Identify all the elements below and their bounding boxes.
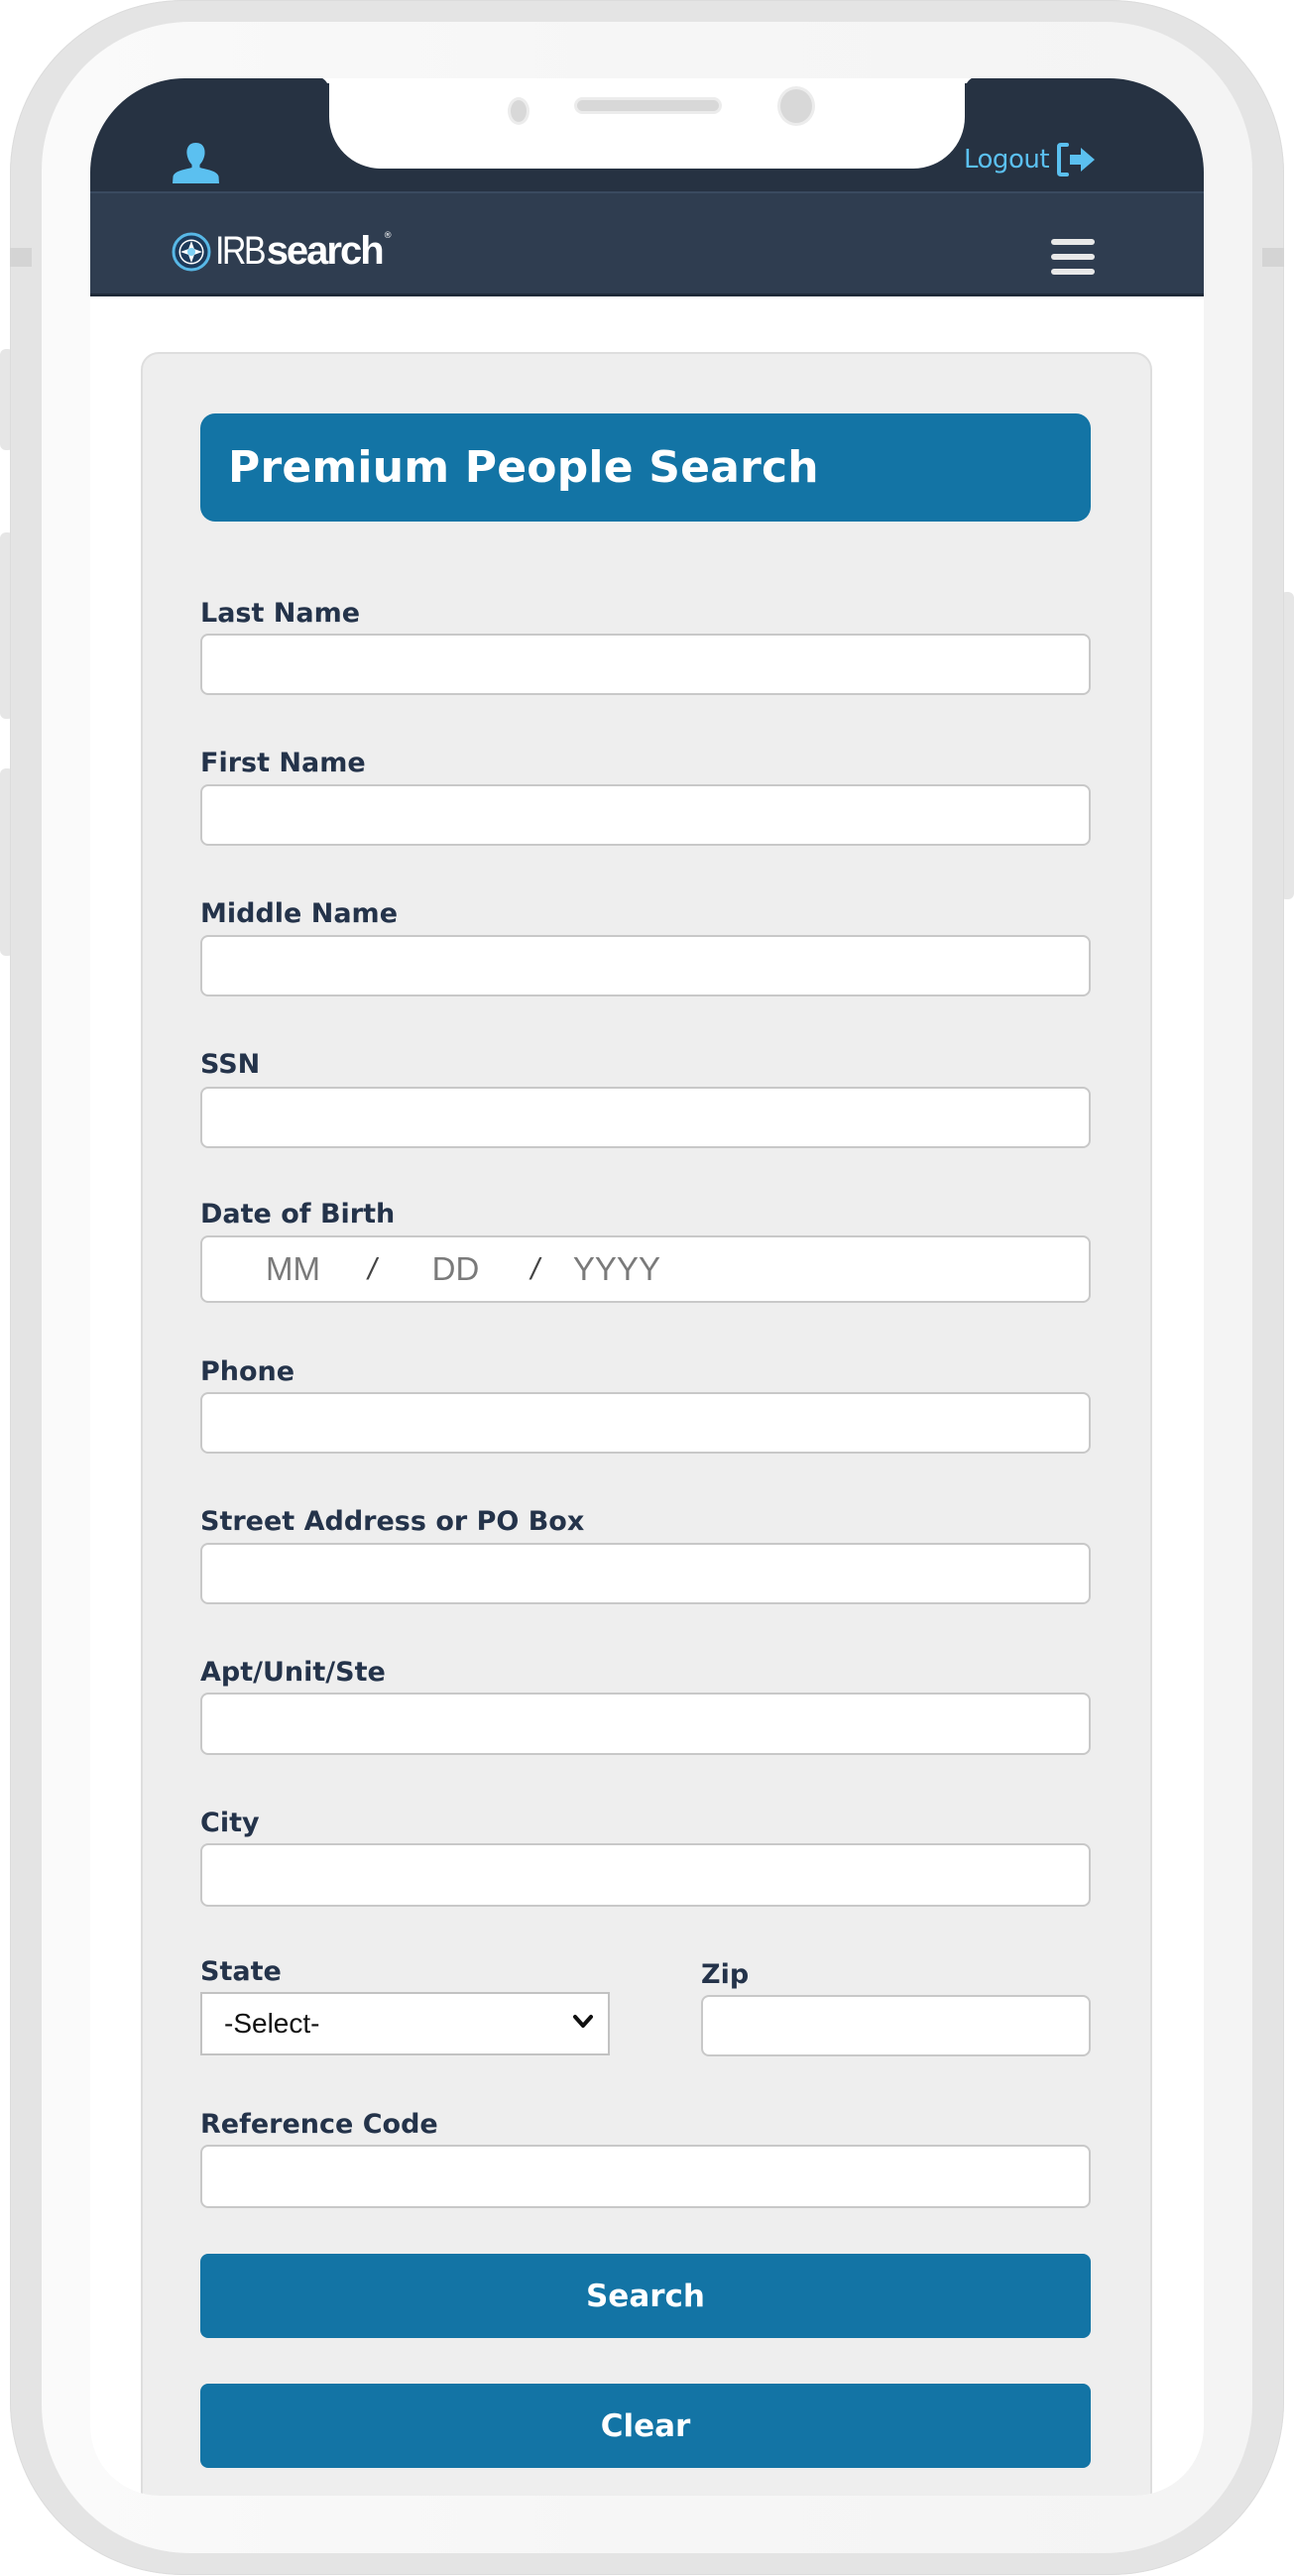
phone-input[interactable] — [200, 1392, 1091, 1454]
first-name-input[interactable] — [200, 784, 1091, 846]
clear-button-label: Clear — [600, 2407, 691, 2444]
hamburger-menu-icon[interactable] — [1051, 239, 1095, 275]
page-title: Premium People Search — [228, 442, 819, 493]
phone-screen: Logout IRB search ® Premium People Searc… — [90, 78, 1204, 2496]
phone-notch — [329, 78, 965, 169]
form-title-bar: Premium People Search — [200, 413, 1091, 522]
search-button[interactable]: Search — [200, 2254, 1091, 2338]
logo-emblem-icon — [172, 232, 211, 271]
sign-out-icon — [1057, 143, 1096, 176]
logout-label: Logout — [964, 145, 1050, 175]
state-select[interactable]: -Select- — [200, 1992, 610, 2055]
clear-button[interactable]: Clear — [200, 2384, 1091, 2468]
last-name-input[interactable] — [200, 634, 1091, 695]
middle-name-input[interactable] — [200, 935, 1091, 996]
reference-code-label: Reference Code — [200, 2109, 438, 2140]
apt-unit-label: Apt/Unit/Ste — [200, 1657, 386, 1688]
state-selected-value: -Select- — [224, 2008, 320, 2039]
phone-label: Phone — [200, 1356, 295, 1387]
city-input[interactable] — [200, 1843, 1091, 1907]
dob-separator: / — [367, 1251, 377, 1286]
state-label: State — [200, 1956, 282, 1987]
user-icon[interactable] — [172, 142, 220, 183]
dob-field: MM / DD / YYYY — [200, 1235, 1091, 1303]
street-address-label: Street Address or PO Box — [200, 1506, 585, 1537]
irbsearch-logo[interactable]: IRB search ® — [172, 229, 393, 274]
phone-frame-band — [1262, 248, 1284, 267]
navbar: IRB search ® — [90, 191, 1204, 296]
dob-day-input[interactable]: DD — [432, 1250, 480, 1288]
proximity-sensor — [508, 97, 529, 125]
logo-text-irb: IRB — [215, 229, 267, 273]
dob-label: Date of Birth — [200, 1199, 396, 1229]
logout-link[interactable]: Logout — [964, 140, 1099, 179]
search-button-label: Search — [585, 2278, 705, 2314]
city-label: City — [200, 1808, 260, 1838]
street-address-input[interactable] — [200, 1543, 1091, 1604]
top-bar: Logout — [90, 78, 1204, 191]
apt-unit-input[interactable] — [200, 1693, 1091, 1755]
ssn-label: SSN — [200, 1049, 261, 1080]
reference-code-input[interactable] — [200, 2145, 1091, 2208]
dob-separator: / — [530, 1251, 539, 1286]
ssn-input[interactable] — [200, 1087, 1091, 1148]
dob-year-input[interactable]: YYYY — [573, 1250, 660, 1288]
logo-text-search: search — [266, 229, 385, 273]
zip-label: Zip — [701, 1959, 750, 1990]
phone-frame-band — [10, 248, 32, 267]
logo-registered-mark: ® — [383, 231, 393, 241]
last-name-label: Last Name — [200, 598, 361, 629]
zip-input[interactable] — [701, 1995, 1091, 2056]
earpiece-speaker — [574, 97, 722, 114]
chevron-down-icon — [573, 2015, 593, 2028]
middle-name-label: Middle Name — [200, 898, 399, 929]
dob-month-input[interactable]: MM — [266, 1250, 320, 1288]
front-camera — [777, 86, 815, 126]
first-name-label: First Name — [200, 748, 366, 778]
